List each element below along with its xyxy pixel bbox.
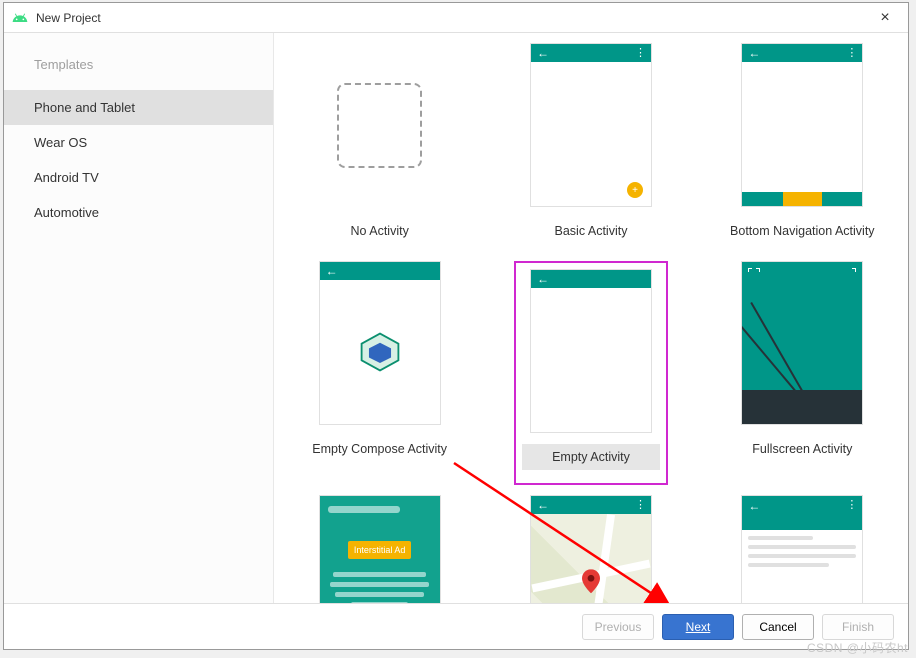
sidebar-item-automotive[interactable]: Automotive [4,195,273,230]
preview-fullscreen [741,261,863,425]
template-bottom-navigation-activity[interactable]: ←⋮ Bottom Navigation Activity [702,43,902,251]
menu-dots-icon: ⋮ [846,500,856,511]
template-label: No Activity [350,207,408,251]
sidebar: Templates Phone and Tablet Wear OS Andro… [4,33,274,603]
template-empty-activity[interactable]: ← Empty Activity [491,261,691,485]
jetpack-compose-icon [357,329,403,375]
menu-dots-icon: ⋮ [846,48,856,59]
template-label: Bottom Navigation Activity [730,207,875,251]
back-arrow-icon: ← [537,273,549,285]
next-button[interactable]: Next [662,614,734,640]
fullscreen-corners-icon [748,268,760,280]
android-icon [12,10,28,26]
finish-button: Finish [822,614,894,640]
preview-map: ←⋮ [530,495,652,603]
cancel-button[interactable]: Cancel [742,614,814,640]
preview-no-activity [319,43,441,207]
previous-button: Previous [582,614,654,640]
preview-empty-compose: ← [319,261,441,425]
dashed-placeholder-icon [337,83,422,168]
preview-empty-activity: ← [530,269,652,433]
preview-basic-activity: ← ⋮ + [530,43,652,207]
preview-interstitial-ad: Interstitial Ad [319,495,441,603]
template-no-activity[interactable]: No Activity [280,43,480,251]
dialog-footer: Previous Next Cancel Finish [4,603,908,649]
titlebar: New Project × [4,3,908,33]
menu-dots-icon: ⋮ [635,500,645,511]
new-project-dialog: New Project × Templates Phone and Tablet… [3,2,909,650]
preview-bottom-nav: ←⋮ [741,43,863,207]
back-arrow-icon: ← [748,47,760,59]
back-arrow-icon: ← [537,499,549,511]
template-label: Fullscreen Activity [752,425,852,469]
menu-dots-icon: ⋮ [635,48,645,59]
template-basic-activity[interactable]: ← ⋮ + Basic Activity [491,43,691,251]
template-label: Basic Activity [555,207,628,251]
template-grid: No Activity ←⋮ + Basic Activity ←⋮ B [274,43,908,603]
back-arrow-icon: ← [326,265,338,277]
map-pin-icon [582,569,600,593]
selection-highlight: ← Empty Activity [514,261,668,485]
template-label: Empty Activity [522,433,660,477]
watermark-text: CSDN @小码农ht [807,639,908,656]
template-grid-area[interactable]: No Activity ←⋮ + Basic Activity ←⋮ B [274,33,908,603]
sidebar-item-wear-os[interactable]: Wear OS [4,125,273,160]
preview-list: ←⋮ ★ [741,495,863,603]
close-button[interactable]: × [870,3,900,33]
template-empty-compose-activity[interactable]: ← Empty Compose Activity [280,261,480,485]
template-fullscreen-activity[interactable]: Fullscreen Activity [702,261,902,485]
template-list-activity[interactable]: ←⋮ ★ [702,495,902,603]
ad-badge: Interstitial Ad [348,541,412,559]
back-arrow-icon: ← [537,47,549,59]
back-arrow-icon: ← [748,500,760,512]
sidebar-header: Templates [4,57,273,90]
sidebar-item-android-tv[interactable]: Android TV [4,160,273,195]
dialog-body: Templates Phone and Tablet Wear OS Andro… [4,33,908,603]
titlebar-title: New Project [36,11,870,25]
template-ad-activity[interactable]: Interstitial Ad [280,495,480,603]
fab-icon: + [627,182,643,198]
fullscreen-corners-icon [844,268,856,280]
template-map-activity[interactable]: ←⋮ [491,495,691,603]
bottom-nav-icon [742,192,862,206]
template-label: Empty Compose Activity [312,425,447,469]
sidebar-item-phone-tablet[interactable]: Phone and Tablet [4,90,273,125]
